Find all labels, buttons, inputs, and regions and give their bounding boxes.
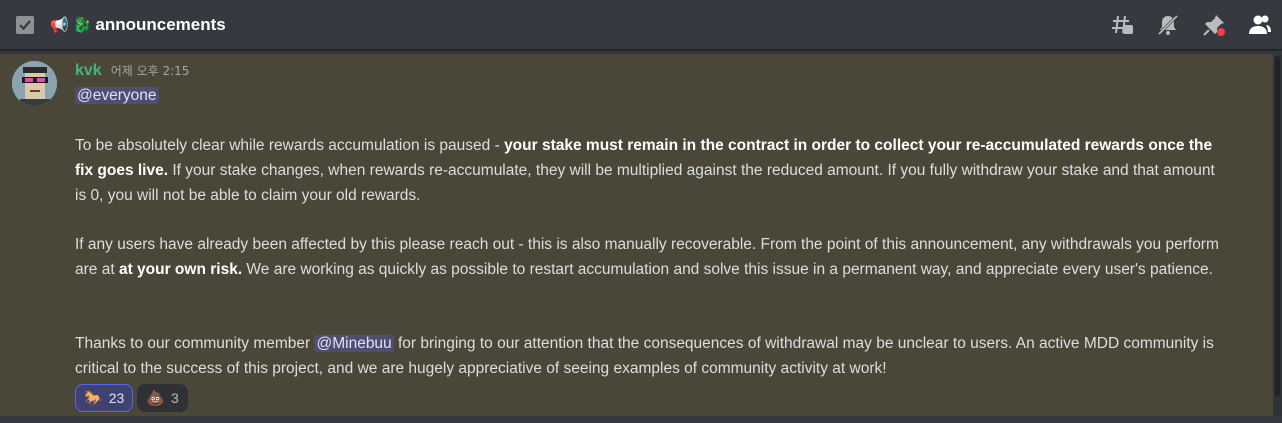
reactions-bar: 🐎 23 💩 3	[75, 384, 188, 412]
channel-name: announcements	[95, 15, 226, 34]
username[interactable]: kvk	[75, 62, 102, 80]
timestamp[interactable]: 어제 오후 2:15	[111, 62, 190, 79]
header-toolbar	[1110, 13, 1272, 37]
message-paragraph-3: Thanks to our community member @Minebuu …	[75, 331, 1225, 381]
reaction-poop[interactable]: 💩 3	[137, 384, 188, 412]
poop-icon: 💩	[146, 389, 165, 407]
megaphone-icon: 📢	[50, 16, 69, 34]
paragraph-text: We are working as quickly as possible to…	[242, 261, 1213, 278]
paragraph-text: Thanks to our community member	[75, 335, 315, 352]
pinned-messages-icon[interactable]	[1202, 13, 1226, 37]
message-paragraph-2: If any users have already been affected …	[75, 232, 1225, 282]
member-list-icon[interactable]	[1248, 13, 1272, 37]
text-channel-icon	[14, 14, 36, 36]
paragraph-text: If your stake changes, when rewards re-a…	[75, 162, 1215, 204]
scrollbar-thumb[interactable]	[1275, 56, 1280, 396]
channel-header: 📢 🐉 announcements	[0, 0, 1282, 50]
reaction-count: 23	[108, 390, 125, 406]
horse-icon: 🐎	[84, 389, 103, 407]
reaction-horse[interactable]: 🐎 23	[75, 384, 134, 412]
message-paragraph-1: To be absolutely clear while rewards acc…	[75, 133, 1225, 208]
bold-text: at your own risk.	[118, 261, 243, 278]
threads-icon[interactable]	[1110, 13, 1134, 37]
user-mention[interactable]: @Minebuu	[314, 335, 394, 352]
message-divider	[0, 416, 1282, 423]
channel-title: 📢 🐉 announcements	[50, 14, 226, 36]
reaction-count: 3	[170, 390, 179, 406]
avatar[interactable]	[12, 61, 57, 106]
dragon-icon: 🐉	[72, 16, 92, 34]
everyone-mention-line: @everyone	[75, 86, 159, 106]
paragraph-text: To be absolutely clear while rewards acc…	[75, 137, 505, 154]
everyone-mention[interactable]: @everyone	[75, 87, 159, 104]
notification-settings-muted-icon[interactable]	[1156, 13, 1180, 37]
message-header: kvk 어제 오후 2:15	[75, 62, 189, 80]
